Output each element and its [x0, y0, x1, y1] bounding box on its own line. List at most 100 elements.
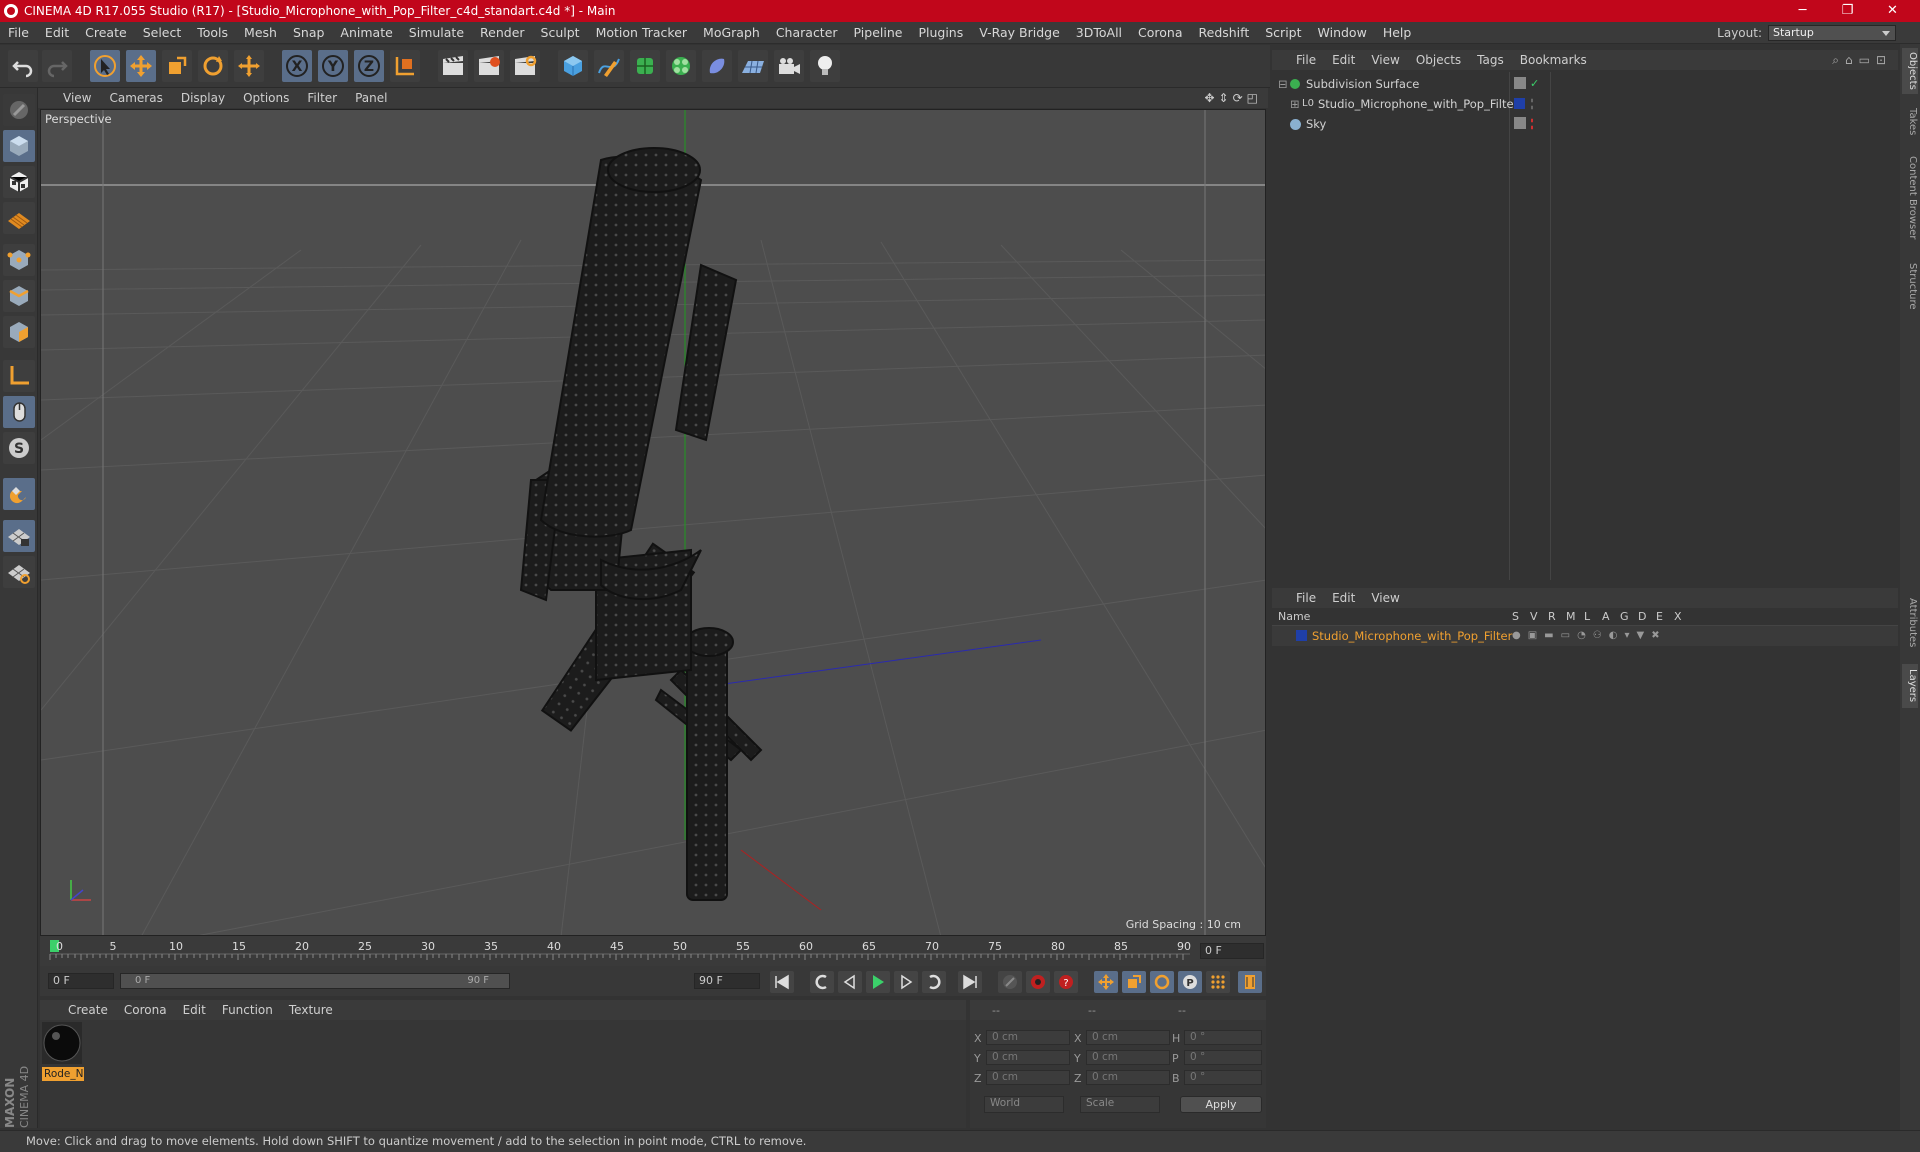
tab-layers[interactable]: Layers [1902, 664, 1918, 708]
record-keys-button[interactable] [998, 971, 1022, 993]
menu-animate[interactable]: Animate [332, 25, 400, 40]
keyframe-selection-button[interactable]: ? [1054, 971, 1078, 993]
layer-row[interactable]: Studio_Microphone_with_Pop_Filter ●▣▬▭◔⚇… [1272, 626, 1898, 646]
undo-button[interactable] [8, 50, 38, 82]
layer-color-swatch[interactable] [1514, 98, 1525, 109]
solo-mode-button[interactable]: S [3, 432, 35, 464]
objects-menu-objects[interactable]: Objects [1408, 53, 1469, 67]
points-mode-button[interactable] [3, 244, 35, 276]
position-x-field[interactable]: 0 cm [986, 1030, 1070, 1045]
objects-menu-edit[interactable]: Edit [1324, 53, 1363, 67]
layout-dropdown[interactable]: Startup [1768, 25, 1896, 41]
rotation-b-field[interactable]: 0 ° [1184, 1070, 1262, 1085]
workplane-lock-button[interactable] [3, 520, 35, 552]
material-menu-create[interactable]: Create [60, 1003, 116, 1017]
material-menu-corona[interactable]: Corona [116, 1003, 175, 1017]
position-y-field[interactable]: 0 cm [986, 1050, 1070, 1065]
go-to-start-button[interactable] [770, 971, 794, 993]
menu-snap[interactable]: Snap [285, 25, 332, 40]
minimize-button[interactable]: ─ [1780, 0, 1825, 22]
perspective-viewport[interactable]: Perspective Grid Spacing : 10 cm [40, 109, 1266, 936]
tab-objects[interactable]: Objects [1902, 48, 1918, 94]
layers-menu-edit[interactable]: Edit [1324, 591, 1363, 605]
menu-create[interactable]: Create [77, 25, 135, 40]
menu-plugins[interactable]: Plugins [910, 25, 971, 40]
rotation-h-field[interactable]: 0 ° [1184, 1030, 1262, 1045]
layers-menu-view[interactable]: View [1363, 591, 1407, 605]
menu-sculpt[interactable]: Sculpt [533, 25, 588, 40]
model-mode-button[interactable] [3, 130, 35, 162]
menu-select[interactable]: Select [135, 25, 190, 40]
objects-menu-view[interactable]: View [1363, 53, 1407, 67]
menu-file[interactable]: File [0, 25, 37, 40]
maximize-button[interactable]: ❐ [1825, 0, 1870, 22]
menu-script[interactable]: Script [1257, 25, 1309, 40]
go-to-end-button[interactable] [958, 971, 982, 993]
x-axis-lock-button[interactable]: X [282, 50, 312, 82]
menu-help[interactable]: Help [1375, 25, 1420, 40]
next-key-button[interactable] [922, 971, 946, 993]
current-frame-field[interactable]: 0 F [1200, 943, 1264, 959]
autokey-button[interactable] [1026, 971, 1050, 993]
viewport-menu-display[interactable]: Display [172, 91, 234, 105]
coordinate-system-button[interactable] [390, 50, 420, 82]
key-pla-button[interactable] [1206, 971, 1230, 993]
layer-flags-icons[interactable]: ●▣▬▭◔⚇◐▾▼✖ [1512, 626, 1667, 646]
timeline-window-button[interactable] [1238, 971, 1262, 993]
redo-button[interactable] [42, 50, 72, 82]
add-subdivision-button[interactable] [630, 50, 660, 82]
object-row[interactable]: ⊞ L0 Studio_Microphone_with_Pop_Filter [1272, 94, 1898, 114]
tab-takes[interactable]: Takes [1902, 102, 1918, 142]
close-button[interactable]: ✕ [1870, 0, 1915, 22]
move-tool-button[interactable] [126, 50, 156, 82]
expand-toggle-icon[interactable]: ⊞ [1290, 94, 1300, 114]
render-settings-button[interactable] [510, 50, 540, 82]
menu-render[interactable]: Render [472, 25, 533, 40]
rotation-p-field[interactable]: 0 ° [1184, 1050, 1262, 1065]
objects-menu-bookmarks[interactable]: Bookmarks [1512, 53, 1595, 67]
menu-3dtoall[interactable]: 3DToAll [1068, 25, 1130, 40]
key-scale-button[interactable] [1122, 971, 1146, 993]
layers-menu-file[interactable]: File [1288, 591, 1324, 605]
render-view-button[interactable] [438, 50, 468, 82]
size-z-field[interactable]: 0 cm [1086, 1070, 1170, 1085]
menu-vray-bridge[interactable]: V-Ray Bridge [971, 25, 1068, 40]
menu-mesh[interactable]: Mesh [236, 25, 285, 40]
key-parameter-button[interactable]: P [1178, 971, 1202, 993]
key-rotation-button[interactable] [1150, 971, 1174, 993]
menu-edit[interactable]: Edit [37, 25, 77, 40]
scale-tool-button[interactable] [162, 50, 192, 82]
render-picture-viewer-button[interactable] [474, 50, 504, 82]
objects-menu-tags[interactable]: Tags [1469, 53, 1512, 67]
expand-toggle-icon[interactable]: ⊟ [1278, 74, 1288, 94]
add-camera-button[interactable] [774, 50, 804, 82]
grid-snap-button[interactable] [3, 556, 35, 588]
edges-mode-button[interactable] [3, 280, 35, 312]
menu-redshift[interactable]: Redshift [1191, 25, 1258, 40]
texture-mode-button[interactable] [3, 166, 35, 198]
add-cube-button[interactable] [558, 50, 588, 82]
material-menu-edit[interactable]: Edit [175, 1003, 214, 1017]
key-position-button[interactable] [1094, 971, 1118, 993]
tab-structure[interactable]: Structure [1902, 256, 1918, 316]
frame-range-slider[interactable]: 0 F 90 F [120, 973, 510, 989]
add-mograph-cloner-button[interactable] [666, 50, 696, 82]
menu-motion-tracker[interactable]: Motion Tracker [588, 25, 695, 40]
previous-key-button[interactable] [810, 971, 834, 993]
menu-simulate[interactable]: Simulate [401, 25, 472, 40]
tab-attributes[interactable]: Attributes [1902, 588, 1918, 658]
start-frame-field[interactable]: 0 F [48, 973, 114, 989]
snap-toggle-button[interactable] [3, 478, 35, 510]
material-swatch[interactable]: Rode_N [42, 1022, 84, 1082]
polygons-mode-button[interactable] [3, 316, 35, 348]
z-axis-lock-button[interactable]: Z [354, 50, 384, 82]
workplane-mode-button[interactable] [3, 202, 35, 234]
add-floor-button[interactable] [738, 50, 768, 82]
menu-corona[interactable]: Corona [1130, 25, 1190, 40]
object-manager-search-icon[interactable]: ⌕⌂▭⊡ [1832, 53, 1892, 68]
tab-content-browser[interactable]: Content Browser [1902, 148, 1918, 248]
object-row[interactable]: ⊟ Subdivision Surface ✓ [1272, 74, 1898, 94]
rotate-tool-button[interactable] [198, 50, 228, 82]
tweak-mode-button[interactable] [3, 396, 35, 428]
menu-character[interactable]: Character [768, 25, 846, 40]
